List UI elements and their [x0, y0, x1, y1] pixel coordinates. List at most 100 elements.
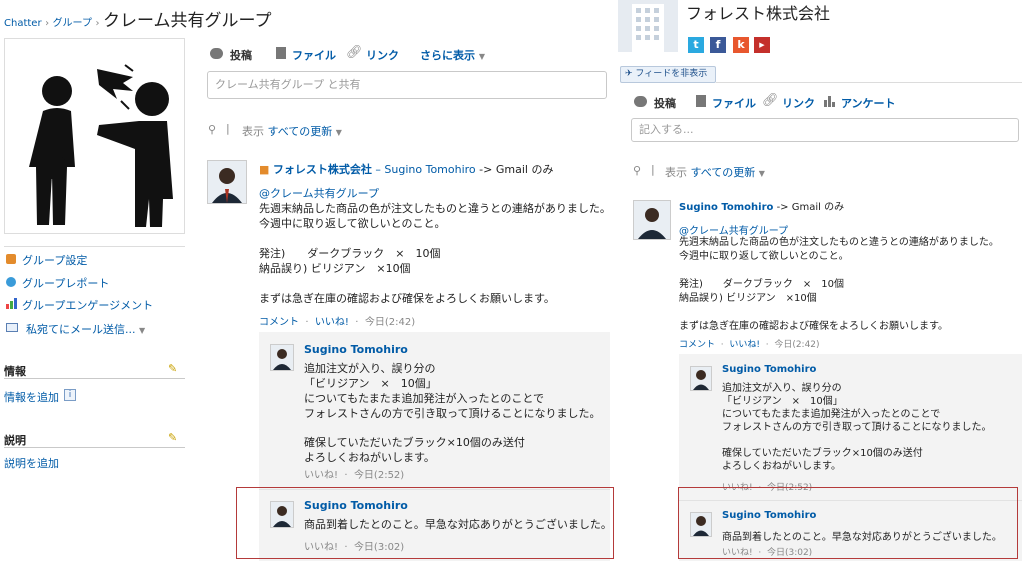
- post-line: まずは急ぎ在庫の確認および確保をよろしくお願いします。: [679, 321, 948, 332]
- author-link[interactable]: Sugino Tomohiro: [679, 202, 773, 213]
- post-timestamp[interactable]: 今日(2:42): [365, 317, 415, 328]
- file-icon: [696, 95, 706, 107]
- hide-feed-button[interactable]: ✈ フィードを非表示: [620, 66, 716, 83]
- post-body: 先週末納品した商品の色が注文したものと違うとの連絡がありました。 今週中に取り返…: [259, 201, 611, 306]
- mention-link[interactable]: @クレーム共有グループ: [259, 186, 379, 201]
- post-input[interactable]: 記入する...: [631, 118, 1019, 142]
- post-line: [259, 276, 611, 291]
- comment-timestamp[interactable]: 今日(2:52): [354, 470, 404, 481]
- poll-icon: [824, 96, 835, 107]
- file-tab[interactable]: ファイル: [292, 47, 336, 63]
- twitter-icon[interactable]: t: [688, 37, 704, 53]
- report-icon: [6, 277, 16, 287]
- comment-line: についてもたまたま追加発注が入ったとのことで: [304, 392, 545, 405]
- link-tab[interactable]: リンク: [782, 95, 815, 111]
- post-header: Sugino Tomohiro -> Gmail のみ: [679, 200, 844, 215]
- filter-separator: |: [226, 122, 230, 135]
- post-icon: [634, 96, 647, 107]
- comment-author[interactable]: Sugino Tomohiro: [304, 342, 408, 357]
- avatar[interactable]: [633, 200, 671, 240]
- post-line: 納品誤り) ビリジアン ×10個: [679, 293, 817, 304]
- comment-author[interactable]: Sugino Tomohiro: [722, 364, 816, 375]
- post-actions: コメント · いいね! · 今日(2:42): [259, 313, 415, 328]
- add-description-link[interactable]: 説明を追加: [4, 455, 59, 471]
- avatar[interactable]: [207, 160, 247, 204]
- group-engagement-link[interactable]: グループエンゲージメント: [22, 297, 153, 313]
- chevron-down-icon: ▼: [139, 326, 146, 335]
- highlight-box: [678, 487, 1018, 559]
- post-tab[interactable]: 投稿: [230, 47, 252, 63]
- chevron-down-icon: ▼: [478, 52, 485, 61]
- link-tab[interactable]: リンク: [366, 47, 399, 63]
- company-name: フォレスト株式会社: [686, 4, 831, 23]
- pencil-icon[interactable]: ✎: [168, 431, 177, 444]
- search-icon[interactable]: ⚲: [633, 164, 641, 177]
- add-info-link[interactable]: 情報を追加: [4, 389, 59, 405]
- share-input[interactable]: クレーム共有グループ と共有: [207, 71, 607, 99]
- comment-button[interactable]: コメント: [259, 317, 299, 328]
- comment-body: 追加注文が入り、誤り分の 「ビリジアン × 10個」 についてもたまたま追加発注…: [304, 361, 600, 465]
- info-icon[interactable]: i: [64, 389, 76, 401]
- avatar[interactable]: [270, 344, 294, 371]
- comment-body: 追加注文が入り、誤り分の 「ビリジアン × 10個」 についてもたまたま追加発注…: [722, 382, 992, 473]
- breadcrumb-chatter[interactable]: Chatter: [4, 18, 42, 29]
- company-link[interactable]: フォレスト株式会社: [273, 163, 372, 176]
- group-photo: [4, 38, 185, 234]
- facebook-icon[interactable]: f: [710, 37, 726, 53]
- file-tab[interactable]: ファイル: [712, 95, 756, 111]
- person-photo-icon: [691, 367, 711, 390]
- author-link[interactable]: Sugino Tomohiro: [384, 163, 475, 176]
- action-separator: ·: [717, 340, 727, 350]
- comment-line: 確保していただいたブラック×10個のみ送付: [722, 448, 923, 459]
- group-settings-link[interactable]: グループ設定: [22, 252, 87, 268]
- like-button[interactable]: いいね!: [304, 470, 338, 481]
- visibility-text: -> Gmail のみ: [479, 163, 554, 176]
- avatar[interactable]: [690, 366, 712, 391]
- klout-icon[interactable]: k: [733, 37, 749, 53]
- breadcrumb-groups[interactable]: グループ: [53, 18, 92, 29]
- filter-value: すべての更新: [690, 166, 756, 179]
- post-line: 先週末納品した商品の色が注文したものと違うとの連絡がありました。: [679, 237, 999, 248]
- like-button[interactable]: いいね!: [729, 340, 760, 350]
- survey-tab[interactable]: アンケート: [841, 95, 896, 111]
- pencil-icon[interactable]: ✎: [168, 362, 177, 375]
- like-button[interactable]: いいね!: [315, 317, 349, 328]
- page-title: クレーム共有グループ: [102, 11, 272, 31]
- post-actions: コメント · いいね! · 今日(2:42): [679, 337, 820, 350]
- info-section-title: 情報: [4, 365, 26, 378]
- comment-button[interactable]: コメント: [679, 340, 715, 350]
- highlight-box: [236, 487, 614, 559]
- chevron-down-icon: ▼: [335, 128, 342, 137]
- feed-filter[interactable]: 表示 すべての更新 ▼: [242, 123, 342, 139]
- comment-line: についてもたまたま追加発注が入ったとのことで: [722, 409, 941, 420]
- filter-value: すべての更新: [267, 125, 333, 138]
- filter-prefix: 表示: [665, 166, 687, 179]
- comment-line: 追加注文が入り、誤り分の: [304, 362, 436, 375]
- post-tab[interactable]: 投稿: [654, 95, 676, 111]
- youtube-icon[interactable]: ▶: [754, 37, 770, 53]
- comment-line: フォレストさんの方で引き取って頂けることになりました。: [304, 407, 601, 420]
- post-line: 先週末納品した商品の色が注文したものと違うとの連絡がありました。: [259, 202, 611, 215]
- post-line: [259, 231, 611, 246]
- filter-prefix: 表示: [242, 125, 264, 138]
- email-me-link[interactable]: 私宛てにメール送信... ▼: [26, 321, 145, 337]
- action-separator: ·: [762, 340, 772, 350]
- search-icon[interactable]: ⚲: [208, 123, 216, 136]
- post-icon: [210, 48, 223, 59]
- comment-line: よろしくおねがいします。: [722, 461, 841, 472]
- comment-line: 追加注文が入り、誤り分の: [722, 383, 842, 394]
- post-timestamp[interactable]: 今日(2:42): [774, 340, 819, 350]
- action-separator: ·: [302, 317, 312, 328]
- divider: [716, 82, 1022, 83]
- more-tab[interactable]: さらに表示 ▼: [420, 47, 485, 63]
- breadcrumb: Chatter › グループ › クレーム共有グループ: [4, 6, 271, 31]
- group-report-link[interactable]: グループレポート: [22, 275, 109, 291]
- link-icon: 🔗︎: [346, 45, 363, 60]
- filter-separator: |: [651, 163, 655, 176]
- post-header: ■ フォレスト株式会社 – Sugino Tomohiro -> Gmail の…: [259, 162, 553, 177]
- comment-line: 「ビリジアン × 10個」: [722, 396, 843, 407]
- post-line: 今週中に取り返して欲しいとのこと。: [259, 217, 446, 230]
- mention-link[interactable]: @クレーム共有グループ: [679, 222, 788, 237]
- feed-filter[interactable]: 表示 すべての更新 ▼: [665, 164, 765, 180]
- post-line: [679, 264, 999, 278]
